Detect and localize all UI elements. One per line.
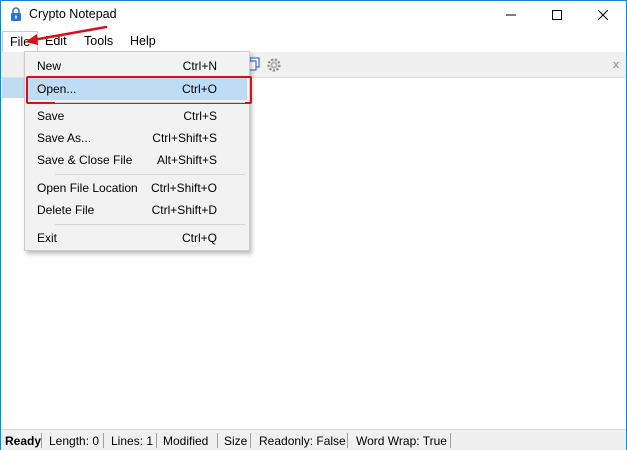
window-title: Crypto Notepad — [29, 7, 117, 21]
menu-item-label: Save & Close File — [37, 153, 133, 167]
menu-item-save[interactable]: Save Ctrl+S — [27, 105, 247, 127]
maximize-icon — [552, 10, 562, 20]
status-wordwrap: Word Wrap: True — [356, 434, 447, 448]
menu-item-label: Open File Location — [37, 181, 138, 195]
maximize-button[interactable] — [534, 1, 580, 29]
current-line-highlight — [2, 78, 26, 98]
status-readonly: Readonly: False — [259, 434, 346, 448]
close-window-button[interactable] — [580, 1, 626, 29]
menu-item-shortcut: Ctrl+Q — [181, 231, 217, 245]
menu-item-delete-file[interactable]: Delete File Ctrl+Shift+D — [27, 199, 247, 221]
menu-separator — [55, 174, 245, 175]
status-size: Size — [224, 434, 248, 448]
status-separator — [450, 433, 451, 448]
menu-item-save-close[interactable]: Save & Close File Alt+Shift+S — [27, 149, 247, 171]
menu-item-label: Exit — [37, 231, 58, 245]
menu-item-save-as[interactable]: Save As... Ctrl+Shift+S — [27, 127, 247, 149]
menu-item-label: Save As... — [37, 131, 92, 145]
status-bar: Ready Length: 0 Lines: 1 Modified Size R… — [1, 429, 626, 450]
file-dropdown-menu: New Ctrl+N Open... Ctrl+O Save Ctrl+S Sa… — [24, 51, 252, 251]
menu-item-shortcut: Alt+Shift+S — [156, 153, 217, 167]
status-separator — [217, 433, 218, 448]
menu-separator — [55, 102, 245, 103]
app-window: Crypto Notepad File Edit Tools Help x Re… — [0, 0, 627, 450]
annotation-arrow-icon — [25, 25, 108, 45]
menu-item-shortcut: Ctrl+O — [181, 82, 217, 96]
menu-item-shortcut: Ctrl+S — [183, 109, 217, 123]
menu-item-shortcut: Ctrl+Shift+S — [152, 131, 217, 145]
status-length: Length: 0 — [49, 434, 100, 448]
status-separator — [156, 433, 157, 448]
menu-item-new[interactable]: New Ctrl+N — [27, 55, 247, 77]
close-icon — [598, 10, 608, 20]
menu-item-open-file-location[interactable]: Open File Location Ctrl+Shift+O — [27, 177, 247, 199]
status-separator — [347, 433, 348, 448]
status-separator — [250, 433, 251, 448]
menu-separator — [55, 224, 245, 225]
menu-item-shortcut: Ctrl+Shift+O — [150, 181, 217, 195]
menu-item-shortcut: Ctrl+N — [182, 59, 217, 73]
settings-gear-icon[interactable] — [266, 57, 282, 73]
menu-item-open[interactable]: Open... Ctrl+O — [26, 76, 252, 104]
status-separator — [41, 433, 42, 448]
status-modified: Modified — [163, 434, 209, 448]
menu-item-label: Save — [37, 109, 65, 123]
status-ready: Ready — [5, 434, 42, 448]
lock-icon — [11, 7, 21, 21]
status-lines: Lines: 1 — [111, 434, 154, 448]
menu-help[interactable]: Help — [123, 31, 163, 51]
menu-item-label: Open... — [37, 82, 77, 96]
menu-item-label: Delete File — [37, 203, 95, 217]
status-separator — [103, 433, 104, 448]
menu-item-shortcut: Ctrl+Shift+D — [151, 203, 217, 217]
menu-item-exit[interactable]: Exit Ctrl+Q — [27, 227, 247, 249]
minimize-button[interactable] — [488, 1, 534, 29]
minimize-icon — [506, 14, 516, 16]
menu-item-label: New — [37, 59, 62, 73]
toolbar-close-button[interactable]: x — [613, 59, 619, 71]
